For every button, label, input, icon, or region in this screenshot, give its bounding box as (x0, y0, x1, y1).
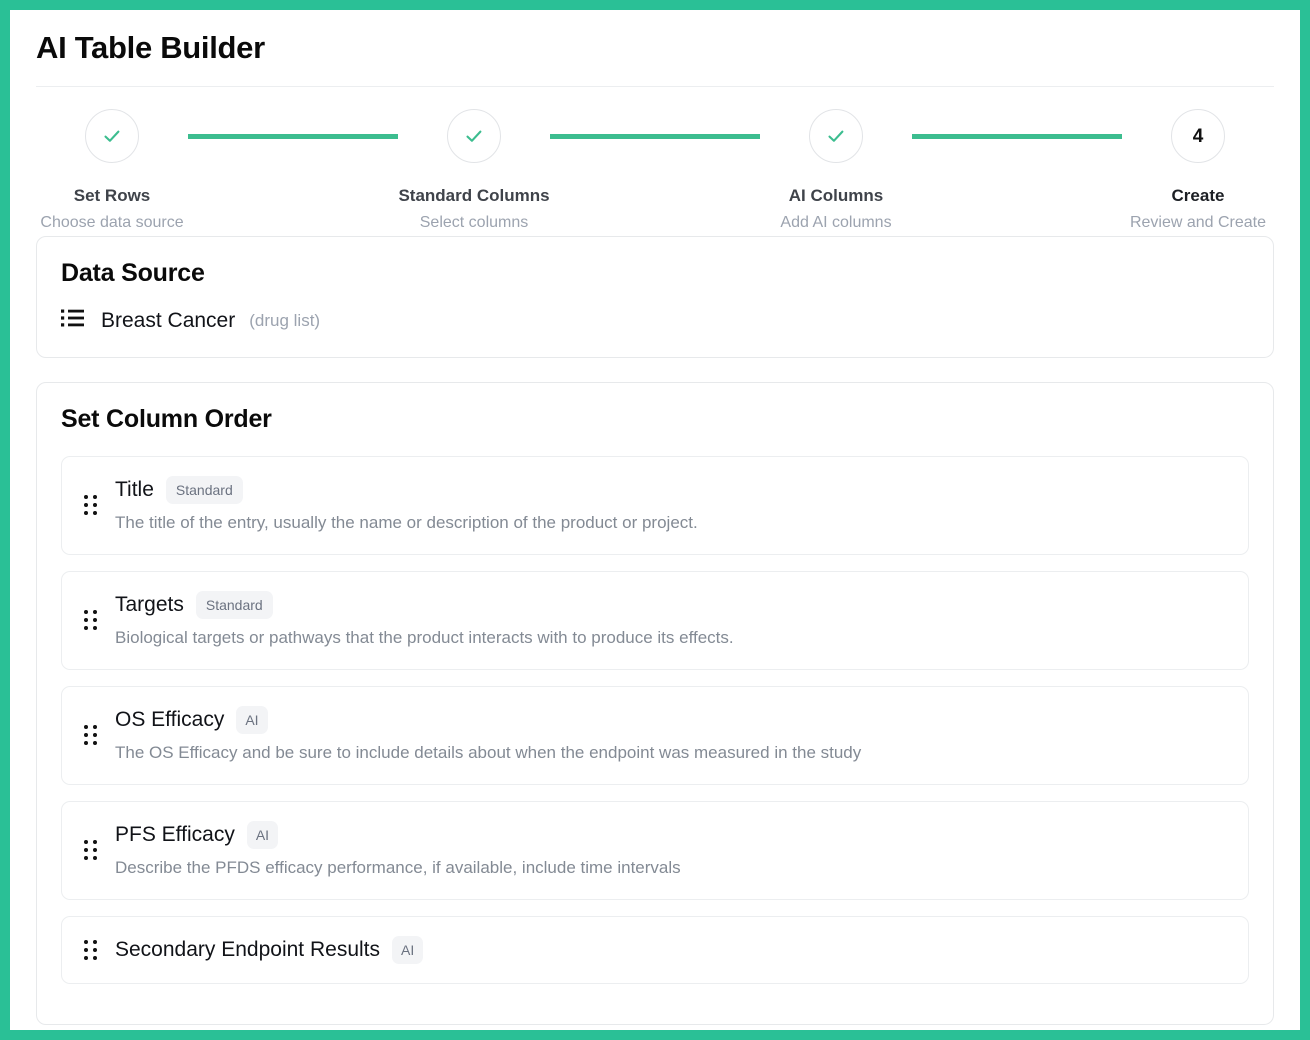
column-type-badge: AI (236, 705, 268, 734)
check-icon (466, 130, 482, 142)
set-column-order-card: Set Column Order Title Standard The title … (36, 382, 1274, 1025)
column-description: The OS Efficacy and be sure to include d… (115, 742, 862, 762)
column-body: Targets Standard Biological targets or pat… (115, 590, 1228, 650)
stepper-step-3[interactable]: AI Columns Add AI columns (760, 109, 912, 232)
column-name: OS Efficacy (115, 707, 225, 731)
column-description: The title of the entry, usually the name… (115, 513, 698, 532)
check-icon (828, 130, 844, 142)
column-body: OS Efficacy AI The OS Efficacy and be sure… (115, 705, 1228, 765)
column-card[interactable]: Secondary Endpoint Results AI (61, 915, 1249, 984)
stepper-sublabel-4: Review and Create (1129, 214, 1267, 231)
column-card[interactable]: Targets Standard Biological targets or pat… (61, 570, 1249, 670)
stepper-number-4: 4 (1192, 125, 1204, 147)
stepper-label-1: Set Rows (73, 186, 151, 205)
column-name: Targets (115, 592, 184, 616)
stepper-circle-3[interactable] (809, 109, 863, 163)
list-icon (61, 308, 87, 333)
column-name: Secondary Endpoint Results (115, 937, 380, 961)
stepper-step-4[interactable]: 4 Create Review and Create (1122, 109, 1274, 232)
column-name: PFS Efficacy (115, 822, 235, 846)
app-window: AI Table Builder Set Rows Choose data sou… (0, 0, 1310, 1040)
column-body: PFS Efficacy AI Describe the PFDS efficacy… (115, 820, 1228, 880)
data-source-name: Breast Cancer (101, 308, 236, 332)
column-head: Secondary Endpoint Results AI (115, 935, 1228, 964)
column-name: Title (115, 478, 154, 501)
column-type-badge: Standard (165, 476, 243, 504)
data-source-card: Data Source Breast Cancer (drug list) (36, 236, 1274, 358)
column-order-list[interactable]: Title Standard The title of the entry, usu… (61, 456, 1249, 984)
stepper-label-3: AI Columns (788, 186, 884, 205)
stepper-connector-3 (912, 133, 1122, 139)
drag-handle-icon[interactable] (84, 725, 97, 746)
stepper-circle-1[interactable] (85, 109, 139, 163)
column-head: OS Efficacy AI (115, 705, 1228, 734)
stepper-circle-2[interactable] (447, 109, 501, 163)
column-description: Describe the PFDS efficacy performance, … (115, 857, 681, 877)
check-icon (104, 130, 120, 142)
stepper-sublabel-2: Select columns (419, 214, 529, 231)
column-head: Title Standard (115, 476, 1228, 504)
column-card[interactable]: OS Efficacy AI The OS Efficacy and be sure… (61, 685, 1249, 785)
stepper-connector-1 (188, 133, 398, 139)
stepper-step-2[interactable]: Standard Columns Select columns (398, 109, 550, 232)
column-body: Secondary Endpoint Results AI (115, 935, 1228, 964)
column-head: Targets Standard (115, 590, 1228, 619)
wizard-stepper: Set Rows Choose data source Standard Colum… (28, 87, 1282, 236)
drag-handle-icon[interactable] (84, 495, 97, 516)
column-head: PFS Efficacy AI (115, 820, 1228, 849)
stepper-connector-2 (550, 133, 760, 139)
drag-handle-icon[interactable] (84, 610, 97, 631)
column-body: Title Standard The title of the entry, usu… (115, 476, 1228, 535)
column-order-card-title: Set Column Order (61, 405, 272, 433)
page-title: AI Table Builder (36, 30, 265, 65)
page-scroll-area[interactable]: AI Table Builder Set Rows Choose data sou… (10, 10, 1300, 1030)
drag-handle-icon[interactable] (84, 939, 97, 960)
stepper-label-2: Standard Columns (398, 186, 550, 205)
data-source-row[interactable]: Breast Cancer (drug list) (61, 308, 1249, 333)
stepper-step-1[interactable]: Set Rows Choose data source (36, 109, 188, 232)
stepper-sublabel-3: Add AI columns (780, 214, 892, 231)
stepper-circle-4[interactable]: 4 (1171, 109, 1225, 163)
column-type-badge: AI (392, 935, 424, 964)
stepper-label-4: Create (1171, 186, 1225, 205)
stepper-sublabel-1: Choose data source (40, 214, 184, 231)
column-card[interactable]: PFS Efficacy AI Describe the PFDS efficacy… (61, 800, 1249, 900)
column-description: Biological targets or pathways that the … (115, 627, 734, 647)
column-card[interactable]: Title Standard The title of the entry, usu… (61, 456, 1249, 555)
drag-handle-icon[interactable] (84, 840, 97, 861)
column-type-badge: AI (246, 820, 279, 849)
data-source-type: (drug list) (249, 310, 321, 330)
column-type-badge: Standard (195, 590, 273, 619)
data-source-card-title: Data Source (61, 259, 205, 287)
